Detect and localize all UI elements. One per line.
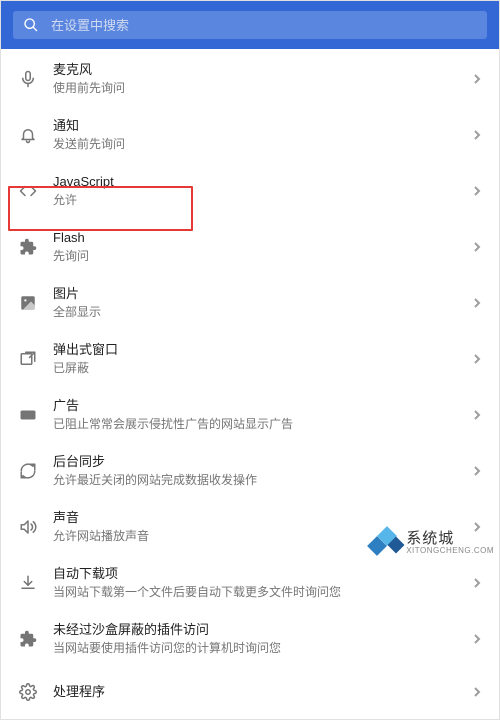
bell-icon bbox=[17, 126, 39, 144]
setting-subtitle: 已屏蔽 bbox=[53, 360, 473, 377]
setting-title: 未经过沙盒屏蔽的插件访问 bbox=[53, 621, 473, 639]
setting-subtitle: 当网站要使用插件访问您的计算机时询问您 bbox=[53, 640, 473, 657]
setting-subtitle: 当网站下载第一个文件后要自动下载更多文件时询问您 bbox=[53, 584, 473, 601]
setting-subtitle: 已阻止常常会展示侵扰性广告的网站显示广告 bbox=[53, 416, 473, 433]
setting-subtitle: 允许 bbox=[53, 192, 473, 209]
setting-title: 自动下载项 bbox=[53, 565, 473, 583]
setting-subtitle: 允许最近关闭的网站完成数据收发操作 bbox=[53, 472, 473, 489]
setting-title: 麦克风 bbox=[53, 61, 473, 79]
chevron-right-icon bbox=[473, 686, 481, 698]
setting-text: 通知发送前先询问 bbox=[53, 117, 473, 153]
setting-item-autodl[interactable]: 自动下载项当网站下载第一个文件后要自动下载更多文件时询问您 bbox=[7, 555, 493, 611]
ad-icon bbox=[17, 406, 39, 424]
speaker-icon bbox=[17, 518, 39, 536]
chevron-right-icon bbox=[473, 633, 481, 645]
puzzle-icon bbox=[17, 238, 39, 256]
setting-text: 处理程序 bbox=[53, 683, 473, 701]
watermark-logo-icon bbox=[370, 527, 402, 559]
setting-text: 麦克风使用前先询问 bbox=[53, 61, 473, 97]
chevron-right-icon bbox=[473, 185, 481, 197]
chevron-right-icon bbox=[473, 129, 481, 141]
watermark: 系统城 XITONGCHENG.COM bbox=[370, 527, 494, 559]
chevron-right-icon bbox=[473, 297, 481, 309]
image-icon bbox=[17, 294, 39, 312]
chevron-right-icon bbox=[473, 353, 481, 365]
chevron-right-icon bbox=[473, 409, 481, 421]
setting-title: 图片 bbox=[53, 285, 473, 303]
search-bar[interactable] bbox=[13, 11, 487, 39]
setting-title: Flash bbox=[53, 229, 473, 247]
setting-item-unsandbox[interactable]: 未经过沙盒屏蔽的插件访问当网站要使用插件访问您的计算机时询问您 bbox=[7, 611, 493, 667]
watermark-cn: 系统城 bbox=[406, 531, 494, 547]
setting-item-ads[interactable]: 广告已阻止常常会展示侵扰性广告的网站显示广告 bbox=[7, 387, 493, 443]
setting-item-popups[interactable]: 弹出式窗口已屏蔽 bbox=[7, 331, 493, 387]
search-icon bbox=[23, 17, 39, 33]
setting-subtitle: 发送前先询问 bbox=[53, 136, 473, 153]
setting-text: 未经过沙盒屏蔽的插件访问当网站要使用插件访问您的计算机时询问您 bbox=[53, 621, 473, 657]
search-header bbox=[1, 1, 499, 49]
chevron-right-icon bbox=[473, 577, 481, 589]
sync-icon bbox=[17, 462, 39, 480]
popup-icon bbox=[17, 350, 39, 368]
setting-subtitle: 全部显示 bbox=[53, 304, 473, 321]
setting-item-images[interactable]: 图片全部显示 bbox=[7, 275, 493, 331]
setting-text: 广告已阻止常常会展示侵扰性广告的网站显示广告 bbox=[53, 397, 473, 433]
setting-item-js[interactable]: JavaScript允许 bbox=[7, 163, 493, 219]
setting-title: 通知 bbox=[53, 117, 473, 135]
gear-icon bbox=[17, 683, 39, 701]
chevron-right-icon bbox=[473, 241, 481, 253]
setting-text: 弹出式窗口已屏蔽 bbox=[53, 341, 473, 377]
setting-item-flash[interactable]: Flash先询问 bbox=[7, 219, 493, 275]
setting-title: 后台同步 bbox=[53, 453, 473, 471]
setting-text: 图片全部显示 bbox=[53, 285, 473, 321]
setting-title: JavaScript bbox=[53, 173, 473, 191]
setting-subtitle: 使用前先询问 bbox=[53, 80, 473, 97]
puzzle-icon bbox=[17, 630, 39, 648]
setting-title: 声音 bbox=[53, 509, 473, 527]
search-input[interactable] bbox=[51, 18, 477, 33]
setting-item-bgsync[interactable]: 后台同步允许最近关闭的网站完成数据收发操作 bbox=[7, 443, 493, 499]
download-icon bbox=[17, 574, 39, 592]
setting-title: 处理程序 bbox=[53, 683, 473, 701]
chevron-right-icon bbox=[473, 73, 481, 85]
setting-text: 后台同步允许最近关闭的网站完成数据收发操作 bbox=[53, 453, 473, 489]
setting-item-handlers[interactable]: 处理程序 bbox=[7, 667, 493, 717]
setting-text: Flash先询问 bbox=[53, 229, 473, 265]
setting-subtitle: 先询问 bbox=[53, 248, 473, 265]
setting-item-notify[interactable]: 通知发送前先询问 bbox=[7, 107, 493, 163]
setting-text: JavaScript允许 bbox=[53, 173, 473, 209]
mic-icon bbox=[17, 70, 39, 88]
setting-text: 自动下载项当网站下载第一个文件后要自动下载更多文件时询问您 bbox=[53, 565, 473, 601]
setting-title: 广告 bbox=[53, 397, 473, 415]
setting-item-mic[interactable]: 麦克风使用前先询问 bbox=[7, 51, 493, 107]
setting-title: 弹出式窗口 bbox=[53, 341, 473, 359]
chevron-right-icon bbox=[473, 465, 481, 477]
watermark-en: XITONGCHENG.COM bbox=[406, 547, 494, 555]
code-icon bbox=[17, 182, 39, 200]
settings-list: 麦克风使用前先询问通知发送前先询问JavaScript允许Flash先询问图片全… bbox=[1, 49, 499, 719]
